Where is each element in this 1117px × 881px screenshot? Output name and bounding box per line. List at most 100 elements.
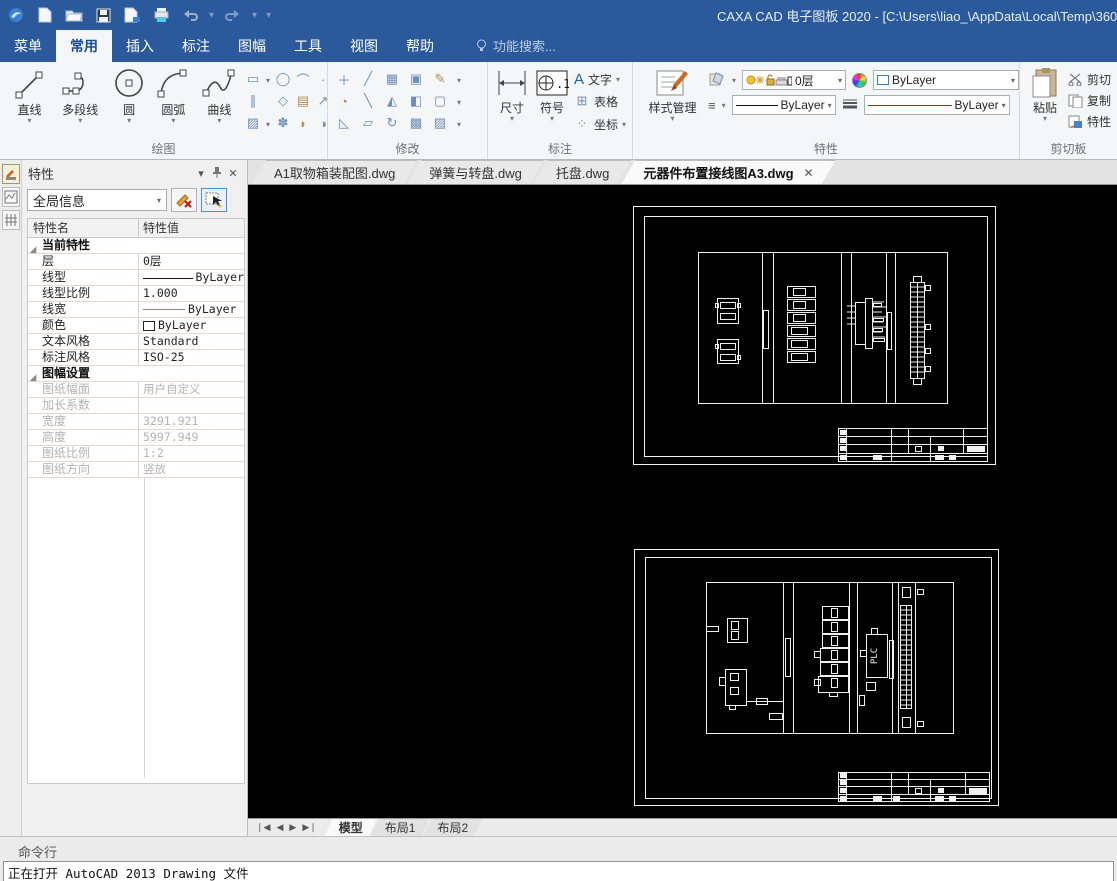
collapse-triangle-icon[interactable]: ◢ — [30, 242, 36, 253]
prev-layout-icon[interactable]: ◀ — [276, 822, 283, 833]
table-button[interactable]: ⊞ 表格 — [574, 91, 626, 111]
layout-tab-model[interactable]: 模型 — [325, 819, 377, 836]
sidebar-tab-properties[interactable] — [1, 164, 20, 184]
rectangle-tool-icon[interactable]: ▭ — [243, 69, 263, 89]
menu-tab-charu[interactable]: 插入 — [112, 30, 168, 62]
prop-row-dimstyle[interactable]: 标注风格 ISO-25 — [28, 350, 244, 366]
doc-tab-4-active[interactable]: 元器件布置接线图A3.dwg ✕ — [621, 160, 835, 184]
linetype-settings-caret[interactable]: ▾ — [722, 101, 726, 110]
gear-tool-icon[interactable]: ✽ — [273, 113, 293, 133]
menu-tab-biaozhu[interactable]: 标注 — [168, 30, 224, 62]
qat-customize-caret[interactable]: ▾ — [266, 10, 271, 21]
open-file-icon[interactable] — [64, 6, 84, 24]
doc-tab-2[interactable]: 弹簧与转盘.dwg — [407, 160, 543, 184]
print-icon[interactable] — [151, 6, 171, 24]
redo-dropdown-caret[interactable]: ▾ — [252, 10, 257, 21]
function-search[interactable]: 功能搜索... — [476, 36, 556, 62]
stretch-tool-icon[interactable]: ◺ — [334, 113, 354, 133]
pin-icon[interactable] — [209, 166, 225, 181]
rotate-tool-icon[interactable]: ↻ — [382, 113, 402, 133]
copy-button[interactable]: 复制 — [1068, 92, 1111, 109]
sample-curve-tool-icon[interactable]: ⌒ — [293, 69, 313, 89]
prop-row-linetype[interactable]: 线型 ByLayer — [28, 270, 244, 286]
lineweight-combo[interactable]: ByLayer ▾ — [863, 95, 1010, 115]
new-file-icon[interactable] — [35, 6, 55, 24]
undo-dropdown-caret[interactable]: ▾ — [209, 10, 214, 21]
erase-tool-icon[interactable]: ◔ — [334, 91, 354, 111]
scale-tool-icon[interactable]: ◧ — [406, 91, 426, 111]
group-row-sheet[interactable]: ◢ 图幅设置 — [28, 366, 244, 382]
mirror-tool-icon[interactable]: ◭ — [382, 91, 402, 111]
menu-tab-caidan[interactable]: 菜单 — [0, 30, 56, 62]
layer-combo[interactable]: 0层 ▾ — [742, 70, 846, 90]
edit-tool-caret[interactable]: ▾ — [454, 69, 464, 91]
clip-tool-icon[interactable]: ▣ — [406, 69, 426, 89]
coord-button[interactable]: ⁘ 坐标 ▾ — [574, 114, 626, 134]
layer-settings-caret[interactable]: ▾ — [732, 76, 736, 85]
command-line[interactable]: 正在打开 AutoCAD 2013 Drawing 文件 — [3, 861, 1114, 881]
polygon-tool-icon[interactable]: ◇ — [273, 91, 293, 111]
edit-tool-icon[interactable]: ✎ — [430, 69, 450, 89]
linetype-combo[interactable]: ByLayer ▾ — [731, 95, 836, 115]
rectangle-tool-caret[interactable]: ▾ — [263, 69, 273, 91]
rect-frame-tool-icon[interactable]: ▢ — [430, 91, 450, 111]
shear-tool-icon[interactable]: ▱ — [358, 113, 378, 133]
paste-special-button[interactable]: 特性 — [1068, 113, 1111, 130]
color-combo[interactable]: ByLayer ▾ — [873, 70, 1019, 90]
trim-tool-icon[interactable]: ╱ — [358, 69, 378, 89]
prop-row-sheetsize[interactable]: 图纸幅面 用户自定义 — [28, 382, 244, 398]
extend-tool-icon[interactable]: ╲ — [358, 91, 378, 111]
undo-icon[interactable] — [180, 6, 200, 24]
hatch-edit-caret[interactable]: ▾ — [454, 113, 464, 135]
save-icon[interactable] — [93, 6, 113, 24]
sidebar-tab-options[interactable] — [1, 210, 20, 230]
app-logo-icon[interactable] — [6, 6, 26, 24]
lineweight-settings-icon[interactable] — [842, 98, 858, 113]
3d-rotate-tool-icon[interactable]: ▩ — [406, 113, 426, 133]
menu-tab-tufu[interactable]: 图幅 — [224, 30, 280, 62]
menu-tab-bangzhu[interactable]: 帮助 — [392, 30, 448, 62]
move-tool-icon[interactable]: ＋ — [334, 69, 354, 89]
prop-row-width[interactable]: 宽度 3291.921 — [28, 414, 244, 430]
sidebar-tab-library[interactable] — [1, 187, 20, 207]
hatch-edit-tool-icon[interactable]: ▨ — [430, 113, 450, 133]
layout-tab-1[interactable]: 布局1 — [371, 819, 430, 836]
doc-tab-3[interactable]: 托盘.dwg — [534, 160, 631, 184]
layout-tab-2[interactable]: 布局2 — [423, 819, 482, 836]
first-layout-icon[interactable]: ❘◀ — [256, 822, 270, 833]
prop-row-scale[interactable]: 图纸比例 1:2 — [28, 446, 244, 462]
color-wheel-icon[interactable] — [852, 72, 867, 88]
prop-row-layer[interactable]: 层 0层 — [28, 254, 244, 270]
last-layout-icon[interactable]: ▶❘ — [302, 822, 316, 833]
redo-icon[interactable] — [223, 6, 243, 24]
group-row-current[interactable]: ◢ 当前特性 — [28, 238, 244, 254]
prop-row-color[interactable]: 颜色 ByLayer — [28, 318, 244, 334]
insert-tool-icon[interactable]: ◗ — [293, 113, 313, 133]
parallel-tool-icon[interactable]: ∥ — [243, 91, 263, 111]
text-button[interactable]: A 文字 ▾ — [574, 71, 626, 88]
prop-row-height[interactable]: 高度 5997.949 — [28, 430, 244, 446]
prop-row-orientation[interactable]: 图纸方向 竖放 — [28, 462, 244, 478]
scope-combo[interactable]: 全局信息 ▾ — [27, 189, 167, 211]
drawing-canvas[interactable]: PLC — [248, 185, 1117, 818]
prop-row-ltscale[interactable]: 线型比例 1.000 — [28, 286, 244, 302]
save-as-icon[interactable] — [122, 6, 142, 24]
doc-tab-1[interactable]: A1取物箱装配图.dwg — [252, 160, 417, 184]
ellipse-tool-icon[interactable]: ◯ — [273, 69, 293, 89]
array-tool-icon[interactable]: ▦ — [382, 69, 402, 89]
doc-tab-close-icon[interactable]: ✕ — [804, 166, 814, 180]
prop-row-lengthen[interactable]: 加长系数 — [28, 398, 244, 414]
menu-tab-changyong[interactable]: 常用 — [56, 30, 112, 62]
layer-settings-icon[interactable] — [708, 71, 726, 90]
close-icon[interactable]: ✕ — [225, 167, 241, 180]
hatch-tool-caret[interactable]: ▾ — [263, 113, 273, 135]
collapse-triangle-icon[interactable]: ◢ — [30, 370, 36, 381]
panel-menu-caret[interactable]: ▾ — [193, 167, 209, 180]
clear-edit-button[interactable] — [171, 188, 197, 212]
frame-tool-caret[interactable]: ▾ — [454, 91, 464, 113]
prop-row-textstyle[interactable]: 文本风格 Standard — [28, 334, 244, 350]
cut-button[interactable]: 剪切 — [1068, 71, 1111, 88]
pick-object-button[interactable] — [201, 188, 227, 212]
menu-tab-shitu[interactable]: 视图 — [336, 30, 392, 62]
block-tool-icon[interactable]: ▤ — [293, 91, 313, 111]
